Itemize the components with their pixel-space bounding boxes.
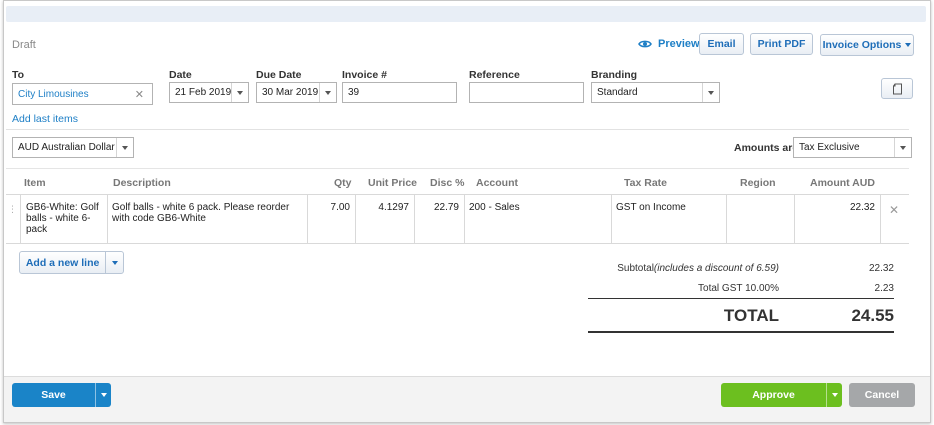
column-amount: Amount AUD <box>810 177 875 189</box>
close-icon[interactable]: ✕ <box>889 203 899 217</box>
cell-disc[interactable]: 22.79 <box>414 195 465 243</box>
subtotal-discount-note: (includes a discount of 6.59) <box>653 263 779 274</box>
chevron-down-icon[interactable] <box>319 83 336 102</box>
to-label: To <box>12 69 25 81</box>
due-date-label: Due Date <box>256 69 302 81</box>
gst-value: 2.23 <box>874 283 894 294</box>
add-new-line-button[interactable]: Add a new line <box>19 251 124 274</box>
cell-region[interactable] <box>726 195 795 243</box>
preview-label: Preview <box>658 38 700 50</box>
print-pdf-button[interactable]: Print PDF <box>750 33 813 55</box>
chevron-down-icon <box>905 43 912 47</box>
amounts-are-label: Amounts are <box>734 142 799 154</box>
cell-account[interactable]: 200 - Sales <box>464 195 612 243</box>
subtotal-text: Subtotal <box>617 263 654 274</box>
save-button[interactable]: Save <box>12 383 111 407</box>
cancel-label[interactable]: Cancel <box>849 383 915 407</box>
amounts-are-select[interactable]: Tax Exclusive <box>793 137 912 158</box>
add-new-line-label[interactable]: Add a new line <box>20 252 107 273</box>
chevron-down-icon[interactable] <box>894 138 911 157</box>
column-item: Item <box>24 177 46 189</box>
column-description: Description <box>113 177 171 189</box>
to-contact-value: City Limousines <box>18 88 89 100</box>
reference-input[interactable] <box>469 82 584 103</box>
to-contact-field[interactable]: City Limousines ✕ <box>12 83 153 105</box>
chevron-down-icon[interactable] <box>106 252 123 273</box>
column-tax-rate: Tax Rate <box>624 177 667 189</box>
subtotal-label: Subtotal(includes a discount of 6.59) <box>600 263 779 274</box>
divider <box>6 129 909 130</box>
column-unit-price: Unit Price <box>368 177 418 189</box>
copy-button[interactable] <box>881 78 913 99</box>
cell-qty[interactable]: 7.00 <box>307 195 356 243</box>
branding-label: Branding <box>591 69 638 81</box>
column-qty: Qty <box>334 177 352 189</box>
table-row[interactable]: ⋮⋮ GB6-White: Golf balls - white 6-pack … <box>6 195 909 244</box>
column-region: Region <box>740 177 776 189</box>
invoice-options-button[interactable]: Invoice Options <box>820 34 914 56</box>
cell-amount[interactable]: 22.32 <box>794 195 881 243</box>
preview-link[interactable]: Preview <box>638 38 700 50</box>
chevron-down-icon[interactable] <box>231 83 248 102</box>
branding-value: Standard <box>597 87 638 98</box>
invoice-options-label: Invoice Options <box>822 39 902 51</box>
subtotal-value: 22.32 <box>868 263 894 274</box>
gst-label: Total GST 10.00% <box>698 283 779 294</box>
due-date-field[interactable]: 30 Mar 2019 <box>256 82 337 103</box>
reference-label: Reference <box>469 69 520 81</box>
table-header: Item Description Qty Unit Price Disc % A… <box>6 168 909 195</box>
total-label: TOTAL <box>723 306 779 325</box>
approve-label[interactable]: Approve <box>721 383 826 407</box>
close-icon[interactable]: ✕ <box>135 88 144 101</box>
cell-tax-rate[interactable]: GST on Income <box>611 195 727 243</box>
invoice-number-label: Invoice # <box>342 69 387 81</box>
eye-icon <box>638 40 652 48</box>
top-strip <box>6 6 926 22</box>
chevron-down-icon[interactable] <box>95 383 111 407</box>
column-disc: Disc % <box>430 177 465 189</box>
approve-button[interactable]: Approve <box>721 383 842 407</box>
invoice-status: Draft <box>12 39 36 51</box>
chevron-down-icon[interactable] <box>116 138 133 157</box>
cell-unit-price[interactable]: 4.1297 <box>355 195 415 243</box>
currency-select[interactable]: AUD Australian Dollar <box>12 137 134 158</box>
totals-divider <box>588 298 894 299</box>
chevron-down-icon[interactable] <box>702 83 719 102</box>
cancel-button[interactable]: Cancel <box>849 383 915 407</box>
invoice-number-value: 39 <box>348 87 360 98</box>
chevron-down-icon[interactable] <box>826 383 842 407</box>
date-field[interactable]: 21 Feb 2019 <box>169 82 249 103</box>
cell-description[interactable]: Golf balls - white 6 pack. Please reorde… <box>107 195 308 243</box>
date-value: 21 Feb 2019 <box>175 87 232 98</box>
cell-item[interactable]: GB6-White: Golf balls - white 6-pack <box>20 195 108 243</box>
branding-select[interactable]: Standard <box>591 82 720 103</box>
date-label: Date <box>169 69 192 81</box>
invoice-number-input[interactable]: 39 <box>342 82 457 103</box>
total-value: 24.55 <box>851 306 894 325</box>
currency-value: AUD Australian Dollar <box>18 142 115 153</box>
add-last-items-link[interactable]: Add last items <box>12 113 78 125</box>
save-label[interactable]: Save <box>12 383 95 407</box>
email-button[interactable]: Email <box>699 33 744 55</box>
column-account: Account <box>476 177 518 189</box>
amounts-are-value: Tax Exclusive <box>799 142 860 153</box>
totals-underline <box>588 331 894 333</box>
copy-icon <box>892 83 902 94</box>
due-date-value: 30 Mar 2019 <box>262 87 319 98</box>
